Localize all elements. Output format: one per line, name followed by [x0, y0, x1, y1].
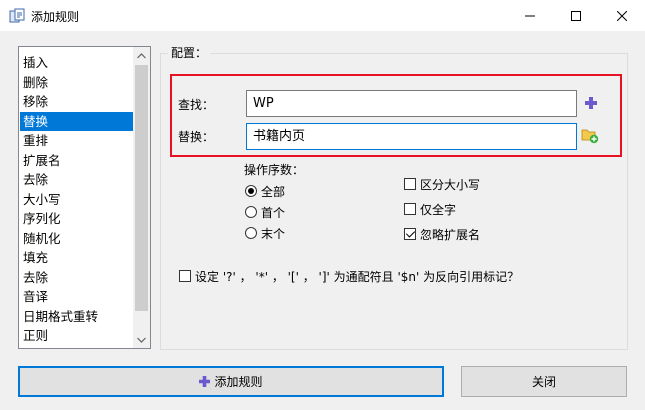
rule-type-item[interactable]: 序列化 [20, 209, 135, 229]
radio-all[interactable]: 全部 [245, 183, 285, 199]
checkbox[interactable] [404, 228, 416, 240]
rule-type-item[interactable]: 日期格式重转 [20, 307, 135, 327]
ignore-extension-label: 忽略扩展名 [420, 227, 481, 242]
close-button[interactable]: 关闭 [461, 366, 627, 397]
radio-all-label: 全部 [261, 184, 286, 199]
close-icon [617, 10, 627, 21]
plus-icon [199, 376, 211, 387]
plus-icon [585, 97, 597, 109]
minimize-icon [525, 15, 535, 16]
rule-type-item[interactable]: 随机化 [20, 229, 135, 249]
rule-type-item[interactable]: 大小写 [20, 190, 135, 210]
chevron-down-icon [137, 337, 146, 343]
checkbox-case-sensitive[interactable]: 区分大小写 [404, 176, 480, 192]
add-rule-label: 添加规则 [214, 375, 263, 389]
rule-type-item[interactable]: 填充 [20, 248, 135, 268]
minimize-button[interactable] [507, 0, 553, 31]
radio-first-label: 首个 [261, 205, 286, 220]
find-label: 查找： [178, 98, 215, 112]
close-window-button[interactable] [599, 0, 645, 31]
replace-label: 替换： [178, 130, 215, 144]
checkbox[interactable] [179, 270, 191, 282]
scroll-thumb[interactable] [135, 65, 148, 311]
radio-last-label: 末个 [261, 226, 286, 241]
window-title: 添加规则 [31, 10, 80, 24]
maximize-icon [571, 10, 581, 21]
rule-type-item[interactable]: 去除 [20, 170, 135, 190]
rule-type-item[interactable]: 扩展名 [20, 151, 135, 171]
rule-type-item[interactable]: 音译 [20, 287, 135, 307]
checkbox-wildcards[interactable]: 设定 '?' ， '*' ， '[' ， ']' 为通配符且 '$n' 为反向引… [179, 268, 519, 284]
maximize-button[interactable] [553, 0, 599, 31]
rule-type-item[interactable]: 插入 [20, 53, 135, 73]
checkbox[interactable] [404, 203, 416, 215]
folder-add-icon [581, 129, 599, 144]
scroll-up-button[interactable] [133, 47, 150, 64]
whole-word-label: 仅全字 [420, 202, 457, 217]
replace-input[interactable]: 书籍内页 [246, 123, 577, 150]
radio-last[interactable]: 末个 [245, 225, 285, 241]
checkbox-ignore-extension[interactable]: 忽略扩展名 [404, 226, 480, 242]
radio-button[interactable] [245, 185, 257, 197]
list-scrollbar[interactable] [133, 47, 150, 348]
ops-label: 操作序数： [244, 163, 305, 177]
find-insert-button[interactable] [582, 94, 600, 112]
checkbox[interactable] [404, 178, 416, 190]
rename-app-icon [9, 8, 25, 23]
checkbox-whole-word[interactable]: 仅全字 [404, 201, 456, 217]
rule-type-item[interactable]: 去除 [20, 268, 135, 288]
rule-type-item[interactable]: 正则 [20, 326, 135, 346]
case-sensitive-label: 区分大小写 [420, 177, 481, 192]
close-label: 关闭 [531, 375, 556, 389]
rule-type-item[interactable]: 删除 [20, 73, 135, 93]
add-rule-button[interactable]: 添加规则 [18, 366, 444, 397]
radio-button[interactable] [245, 227, 257, 239]
rule-type-items: 插入 删除 移除 替换 重排 扩展名 去除 大小写 序列化 随机化 填充 去除 音译 日期格式重转 正则 [20, 53, 135, 346]
scroll-down-button[interactable] [133, 331, 150, 348]
rule-type-item[interactable]: 移除 [20, 92, 135, 112]
rule-type-list[interactable]: 插入 删除 移除 替换 重排 扩展名 去除 大小写 序列化 随机化 填充 去除 音译 日期格式重转 正则 [18, 46, 151, 349]
config-group-label: 配置： [168, 44, 211, 61]
chevron-up-icon [137, 52, 146, 58]
wildcard-label: 设定 '?' ， '*' ， '[' ， ']' 为通配符且 '$n' 为反向引… [195, 269, 520, 284]
find-input[interactable]: WP [246, 90, 577, 117]
radio-first[interactable]: 首个 [245, 204, 285, 220]
rule-type-item[interactable]: 重排 [20, 131, 135, 151]
title-bar: 添加规则 [0, 0, 645, 31]
radio-button[interactable] [245, 206, 257, 218]
rule-type-item[interactable]: 替换 [20, 111, 135, 131]
replace-insert-button[interactable] [581, 126, 599, 144]
